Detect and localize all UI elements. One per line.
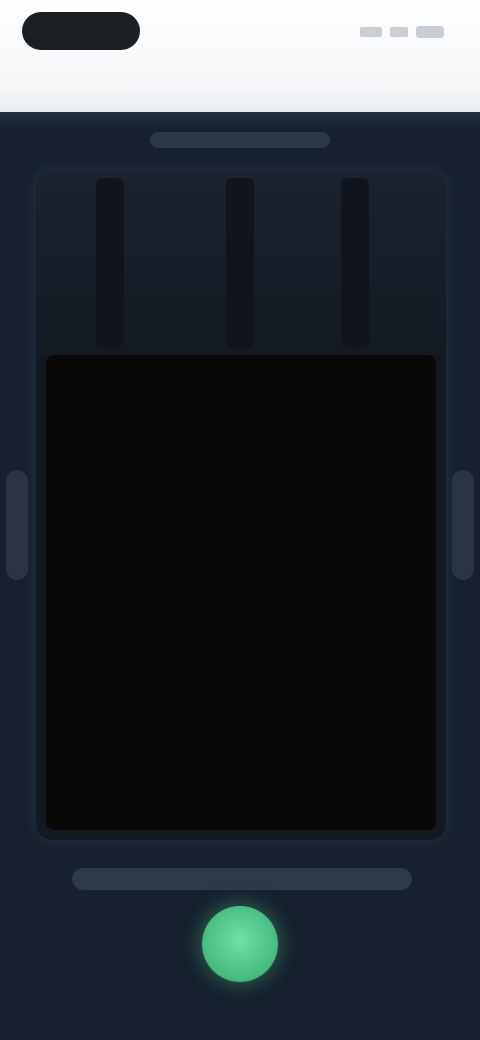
- header-divider: [0, 112, 480, 130]
- preview-stripe: [226, 178, 254, 348]
- preview-dark-region: [46, 355, 436, 830]
- preview-top-region: [36, 170, 446, 355]
- screen-subtitle: [150, 132, 330, 148]
- right-drag-handle[interactable]: [452, 470, 474, 580]
- battery-icon: [416, 26, 444, 38]
- camera-preview[interactable]: [36, 170, 446, 840]
- preview-stripe: [341, 178, 369, 348]
- hint-text: [72, 868, 412, 890]
- wifi-icon: [390, 27, 408, 37]
- status-bar: [0, 0, 480, 112]
- left-drag-handle[interactable]: [6, 470, 28, 580]
- preview-stripe: [96, 178, 124, 348]
- signal-icon: [360, 27, 382, 37]
- capture-button[interactable]: [202, 906, 278, 982]
- status-time: [22, 12, 140, 50]
- status-icons: [360, 26, 444, 38]
